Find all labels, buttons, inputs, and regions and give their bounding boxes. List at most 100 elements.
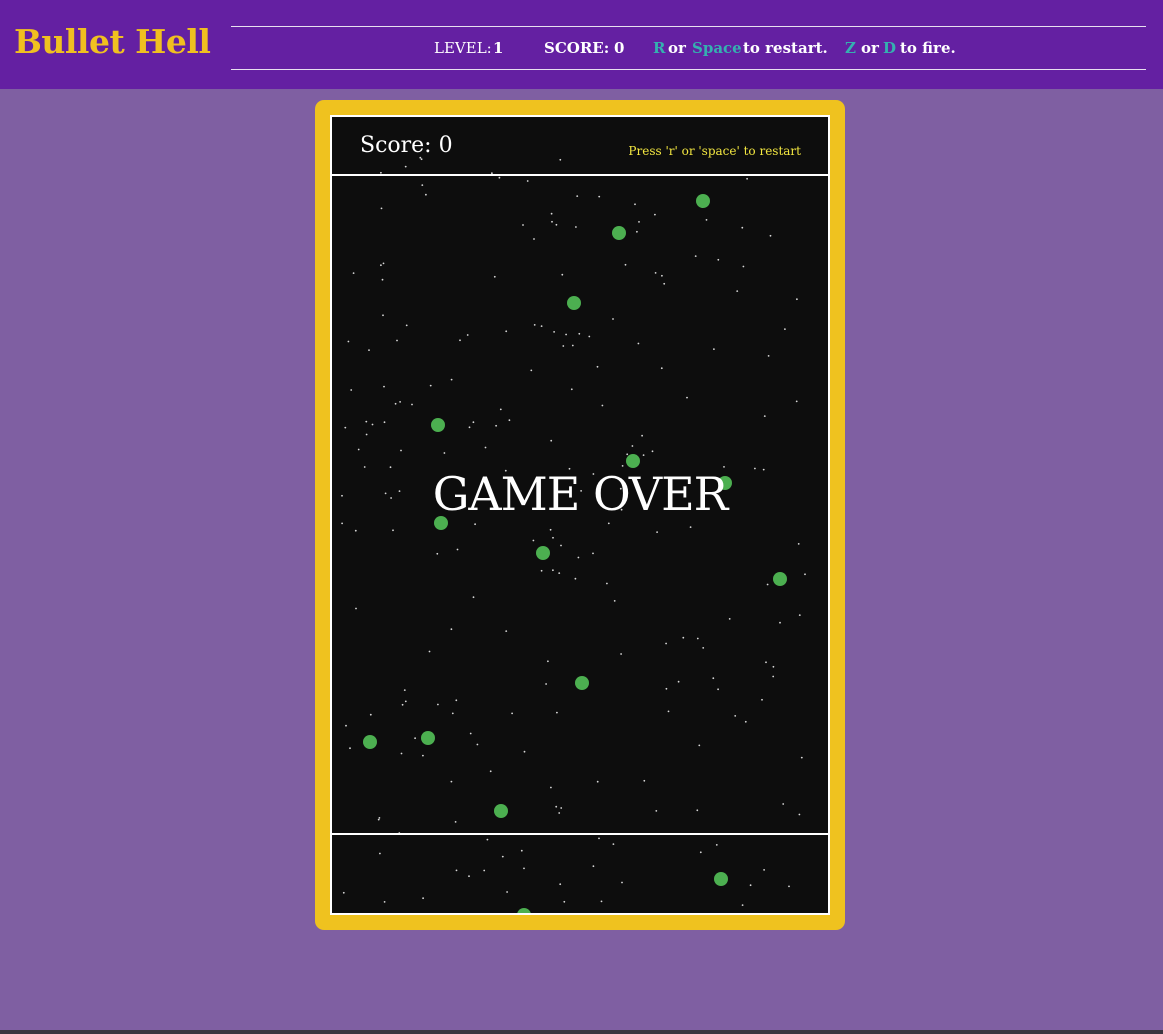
star bbox=[686, 396, 688, 399]
star bbox=[468, 426, 471, 429]
star bbox=[454, 821, 457, 823]
star bbox=[638, 221, 640, 223]
star bbox=[508, 419, 511, 422]
star bbox=[607, 522, 610, 525]
enemy-bullet bbox=[567, 296, 581, 310]
star bbox=[620, 653, 622, 655]
star bbox=[559, 883, 562, 886]
star bbox=[682, 636, 685, 639]
star bbox=[556, 711, 558, 714]
star bbox=[474, 523, 476, 526]
star bbox=[350, 389, 353, 391]
star bbox=[562, 345, 565, 347]
star bbox=[551, 220, 553, 223]
or-text-1: or bbox=[668, 39, 686, 57]
star bbox=[699, 851, 702, 854]
star bbox=[371, 423, 374, 426]
star bbox=[466, 334, 469, 336]
star bbox=[741, 226, 744, 229]
star bbox=[767, 355, 770, 357]
star bbox=[643, 779, 646, 782]
star bbox=[495, 424, 497, 427]
star bbox=[526, 180, 529, 182]
star bbox=[665, 642, 667, 645]
enemy-bullet bbox=[421, 731, 435, 745]
star bbox=[797, 543, 800, 545]
star bbox=[784, 328, 786, 330]
star bbox=[429, 384, 432, 387]
star bbox=[404, 700, 407, 703]
star bbox=[450, 628, 453, 631]
star bbox=[788, 885, 790, 888]
star bbox=[377, 818, 380, 821]
star bbox=[663, 282, 666, 285]
star bbox=[660, 367, 663, 370]
star bbox=[634, 203, 636, 206]
star bbox=[717, 688, 719, 691]
star bbox=[561, 273, 564, 276]
star bbox=[606, 582, 608, 585]
star bbox=[365, 420, 368, 423]
star bbox=[782, 803, 785, 805]
star bbox=[436, 552, 439, 555]
game-canvas[interactable]: Score: 0 Press 'r' or 'space' to restart… bbox=[330, 115, 830, 915]
star bbox=[713, 348, 715, 350]
star bbox=[381, 278, 384, 281]
star bbox=[763, 415, 766, 417]
star bbox=[499, 408, 502, 411]
star bbox=[342, 891, 345, 894]
star bbox=[637, 342, 640, 345]
star bbox=[392, 529, 394, 532]
star bbox=[354, 529, 357, 532]
star bbox=[368, 349, 370, 351]
star bbox=[422, 754, 424, 757]
star bbox=[772, 665, 775, 668]
star bbox=[624, 263, 627, 266]
star bbox=[355, 607, 357, 610]
enemy-bullet bbox=[494, 804, 508, 818]
star bbox=[636, 230, 638, 233]
star bbox=[596, 365, 599, 368]
star bbox=[532, 539, 535, 542]
star bbox=[456, 548, 459, 551]
star bbox=[476, 743, 479, 746]
star bbox=[552, 536, 554, 539]
star bbox=[547, 660, 549, 663]
star bbox=[560, 544, 562, 547]
enemy-bullet bbox=[626, 454, 640, 468]
star bbox=[744, 720, 747, 723]
star bbox=[571, 344, 574, 347]
bottom-edge bbox=[0, 1030, 1163, 1034]
star bbox=[428, 650, 431, 653]
hud-bar: LEVEL: 1 SCORE: 0 R or Space to restart.… bbox=[231, 26, 1146, 70]
star bbox=[741, 904, 744, 906]
star bbox=[383, 385, 385, 388]
star bbox=[411, 403, 413, 406]
star bbox=[483, 869, 486, 872]
star bbox=[598, 837, 600, 840]
star bbox=[592, 552, 594, 555]
star bbox=[347, 340, 350, 343]
star bbox=[712, 677, 715, 680]
star bbox=[365, 433, 368, 436]
star bbox=[401, 703, 404, 706]
star bbox=[601, 404, 604, 407]
star bbox=[772, 675, 775, 678]
fire-instruction: to fire. bbox=[900, 39, 956, 57]
star bbox=[795, 400, 798, 403]
star bbox=[400, 752, 403, 755]
star bbox=[798, 813, 801, 816]
star bbox=[575, 226, 577, 228]
star bbox=[655, 810, 658, 812]
star bbox=[404, 165, 407, 168]
star bbox=[540, 569, 543, 572]
star bbox=[592, 865, 595, 868]
star bbox=[369, 713, 372, 716]
restart-hint: Press 'r' or 'space' to restart bbox=[628, 144, 801, 158]
star bbox=[555, 223, 558, 226]
restart-instruction: to restart. bbox=[743, 39, 828, 57]
star bbox=[596, 780, 599, 783]
enemy-bullet bbox=[773, 572, 787, 586]
score-value: 0 bbox=[614, 39, 625, 57]
top-header: Bullet Hell LEVEL: 1 SCORE: 0 R or Space… bbox=[0, 0, 1163, 89]
